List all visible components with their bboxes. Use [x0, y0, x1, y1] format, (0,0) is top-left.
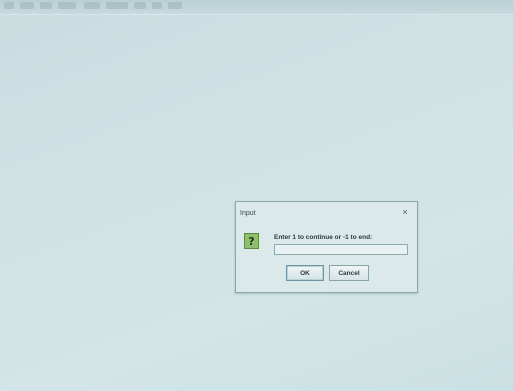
ide-toolbar — [0, 0, 513, 15]
toolbar-icon[interactable] — [20, 2, 34, 9]
question-icon: ? — [244, 233, 259, 249]
dialog-title: Input — [240, 210, 256, 217]
toolbar-icon[interactable] — [168, 2, 182, 9]
cancel-button[interactable]: Cancel — [329, 265, 369, 281]
input-field[interactable] — [274, 244, 408, 255]
close-icon[interactable]: × — [400, 207, 410, 217]
prompt-label: Enter 1 to continue or -1 to end: — [274, 234, 373, 241]
toolbar-icon[interactable] — [40, 2, 52, 9]
toolbar-icon[interactable] — [106, 2, 128, 9]
toolbar-icon[interactable] — [58, 2, 76, 9]
ok-button[interactable]: OK — [286, 265, 324, 281]
toolbar-icon[interactable] — [134, 2, 146, 9]
toolbar-icon[interactable] — [84, 2, 100, 9]
toolbar-divider — [0, 14, 513, 15]
toolbar-icon[interactable] — [152, 2, 162, 9]
input-dialog: Input × ? Enter 1 to continue or -1 to e… — [235, 201, 418, 293]
toolbar-icon[interactable] — [4, 2, 14, 9]
